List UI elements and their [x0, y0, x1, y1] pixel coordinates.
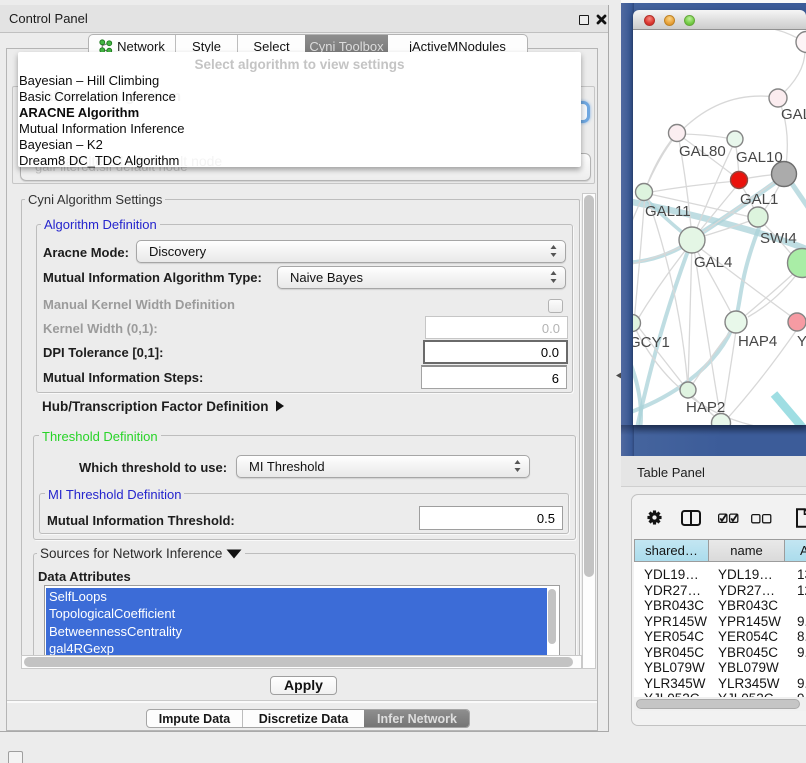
svg-text:GAL11: GAL11 — [645, 203, 691, 220]
svg-text:SWI4: SWI4 — [760, 230, 797, 247]
svg-text:HAP4: HAP4 — [738, 333, 777, 350]
svg-text:GCY1: GCY1 — [633, 334, 670, 351]
svg-text:Y: Y — [797, 333, 806, 350]
svg-text:GAL1: GAL1 — [740, 191, 778, 208]
svg-text:GAL10: GAL10 — [736, 149, 783, 166]
svg-text:GAL4: GAL4 — [694, 254, 732, 271]
svg-text:GAL80: GAL80 — [679, 143, 726, 160]
svg-text:HAP2: HAP2 — [686, 399, 725, 416]
svg-text:GAL2: GAL2 — [781, 106, 806, 123]
